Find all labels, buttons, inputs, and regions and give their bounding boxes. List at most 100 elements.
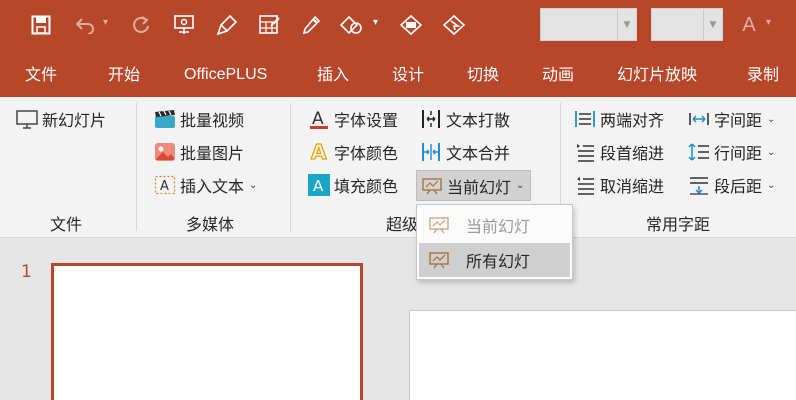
slide-presenter-icon — [428, 215, 450, 235]
para-after-icon — [688, 174, 710, 196]
char-spacing-button[interactable]: 字间距 ⌄ — [688, 105, 775, 133]
font-size-combo[interactable]: ▼ — [651, 8, 723, 41]
font-color-icon: A — [308, 141, 330, 163]
line-spacing-label: 行间距 — [714, 144, 763, 163]
first-indent-button[interactable]: 段首缩进 — [574, 138, 664, 166]
cancel-indent-button[interactable]: 取消缩进 — [574, 171, 664, 199]
quick-access-toolbar: ▾ ▾ ▼ ▼ A ▾ — [0, 0, 796, 52]
presenter-icon[interactable] — [172, 8, 198, 42]
tab-slideshow[interactable]: 幻灯片放映 — [617, 52, 697, 97]
line-spacing-icon — [688, 141, 710, 163]
tab-officeplus[interactable]: OfficePLUS — [184, 52, 267, 97]
slide-arrange-icon[interactable] — [398, 8, 424, 42]
group-divider — [290, 103, 291, 231]
batch-video-button[interactable]: 批量视频 — [154, 105, 244, 133]
text-merge-icon — [420, 141, 442, 163]
new-slide-label: 新幻灯片 — [42, 111, 107, 130]
font-size-dropdown-icon[interactable]: ▼ — [703, 9, 722, 40]
font-settings-icon: A — [308, 108, 330, 130]
line-spacing-button[interactable]: 行间距 ⌄ — [688, 138, 775, 166]
tab-animations[interactable]: 动画 — [542, 52, 574, 97]
text-split-label: 文本打散 — [446, 111, 511, 130]
eyedropper-icon[interactable] — [298, 8, 324, 42]
para-after-label: 段后距 — [714, 177, 763, 196]
font-color-dropdown-icon[interactable]: ▾ — [766, 17, 771, 28]
font-name-dropdown-icon[interactable]: ▼ — [617, 9, 636, 40]
font-color-icon[interactable]: A — [738, 8, 760, 42]
group-label-text: 超级 — [386, 215, 419, 234]
insert-text-dropdown-icon: ⌄ — [249, 179, 258, 191]
monitor-icon — [16, 108, 38, 130]
current-slide-dropdown-button[interactable]: 当前幻灯 ⌄ — [416, 170, 532, 201]
menu-item-current-slide[interactable]: 当前幻灯 — [419, 208, 570, 242]
ribbon-tabs: 文件 开始 OfficePLUS 插入 设计 切换 动画 幻灯片放映 录制 — [0, 52, 796, 97]
font-settings-button[interactable]: A 字体设置 — [308, 105, 398, 133]
char-spacing-label: 字间距 — [714, 111, 763, 130]
tab-insert[interactable]: 插入 — [317, 52, 349, 97]
font-color-button[interactable]: A 字体颜色 — [308, 138, 398, 166]
menu-item-label: 当前幻灯 — [466, 217, 531, 236]
batch-image-label: 批量图片 — [180, 144, 245, 163]
group-label-spacing: 常用字距 — [646, 215, 711, 234]
first-indent-icon — [574, 141, 596, 163]
shapes-dropdown-icon[interactable]: ▾ — [373, 17, 378, 28]
cancel-indent-icon — [574, 174, 596, 196]
undo-icon[interactable] — [72, 8, 98, 42]
redo-icon[interactable] — [128, 8, 154, 42]
tab-home[interactable]: 开始 — [108, 52, 140, 97]
char-spacing-dropdown-icon: ⌄ — [767, 113, 776, 125]
slide-thumbnail[interactable] — [51, 263, 363, 400]
fill-color-icon: A — [308, 174, 330, 196]
text-split-icon — [420, 108, 442, 130]
font-color-label: 字体颜色 — [334, 144, 399, 163]
para-after-button[interactable]: 段后距 ⌄ — [688, 171, 775, 199]
fill-color-button[interactable]: A 填充颜色 — [308, 171, 398, 199]
insert-text-label: 插入文本 — [180, 177, 245, 196]
tab-file[interactable]: 文件 — [25, 52, 57, 97]
svg-text:A: A — [313, 177, 324, 195]
slide-canvas[interactable] — [409, 310, 796, 400]
text-merge-button[interactable]: 文本合并 — [420, 138, 510, 166]
current-slide-menu: 当前幻灯 所有幻灯 — [416, 204, 573, 280]
image-icon — [154, 141, 176, 163]
tab-transitions[interactable]: 切换 — [467, 52, 499, 97]
insert-text-button[interactable]: A 插入文本 ⌄ — [154, 171, 257, 199]
save-icon[interactable] — [28, 8, 54, 42]
current-slide-dropdown-icon: ⌄ — [516, 180, 525, 191]
slide-select-icon[interactable] — [441, 8, 467, 42]
justify-icon — [574, 108, 596, 130]
justify-button[interactable]: 两端对齐 — [574, 105, 664, 133]
char-spacing-icon — [688, 108, 710, 130]
font-name-combo[interactable]: ▼ — [540, 8, 637, 41]
table-icon[interactable] — [256, 8, 282, 42]
tab-record[interactable]: 录制 — [747, 52, 779, 97]
batch-video-label: 批量视频 — [180, 111, 245, 130]
group-label-media: 多媒体 — [186, 215, 235, 234]
clapperboard-icon — [154, 108, 176, 130]
first-indent-label: 段首缩进 — [600, 144, 665, 163]
cancel-indent-label: 取消缩进 — [600, 177, 665, 196]
slide-presenter-icon — [421, 175, 443, 197]
menu-item-label: 所有幻灯 — [466, 252, 531, 271]
line-spacing-dropdown-icon: ⌄ — [767, 146, 776, 158]
text-merge-label: 文本合并 — [446, 144, 511, 163]
text-box-icon: A — [154, 174, 176, 196]
tab-design[interactable]: 设计 — [392, 52, 424, 97]
text-split-button[interactable]: 文本打散 — [420, 105, 510, 133]
menu-item-all-slides[interactable]: 所有幻灯 — [419, 243, 570, 277]
format-painter-icon[interactable] — [214, 8, 240, 42]
fill-color-label: 填充颜色 — [334, 177, 399, 196]
undo-dropdown-icon[interactable]: ▾ — [103, 17, 108, 28]
para-after-dropdown-icon: ⌄ — [767, 179, 776, 191]
current-slide-label: 当前幻灯 — [447, 177, 512, 197]
svg-text:A: A — [311, 141, 327, 163]
batch-image-button[interactable]: 批量图片 — [154, 138, 244, 166]
group-divider — [136, 103, 137, 231]
shapes-icon[interactable] — [338, 8, 366, 42]
new-slide-button[interactable]: 新幻灯片 — [16, 105, 106, 133]
justify-label: 两端对齐 — [600, 111, 665, 130]
svg-text:A: A — [160, 179, 169, 194]
ribbon-body: 新幻灯片 文件 批量视频 批量图片 A 插入文本 ⌄ 多媒体 A 字体设置 A … — [0, 97, 796, 238]
font-settings-label: 字体设置 — [334, 111, 399, 130]
slide-thumbnail-number: 1 — [21, 262, 32, 282]
